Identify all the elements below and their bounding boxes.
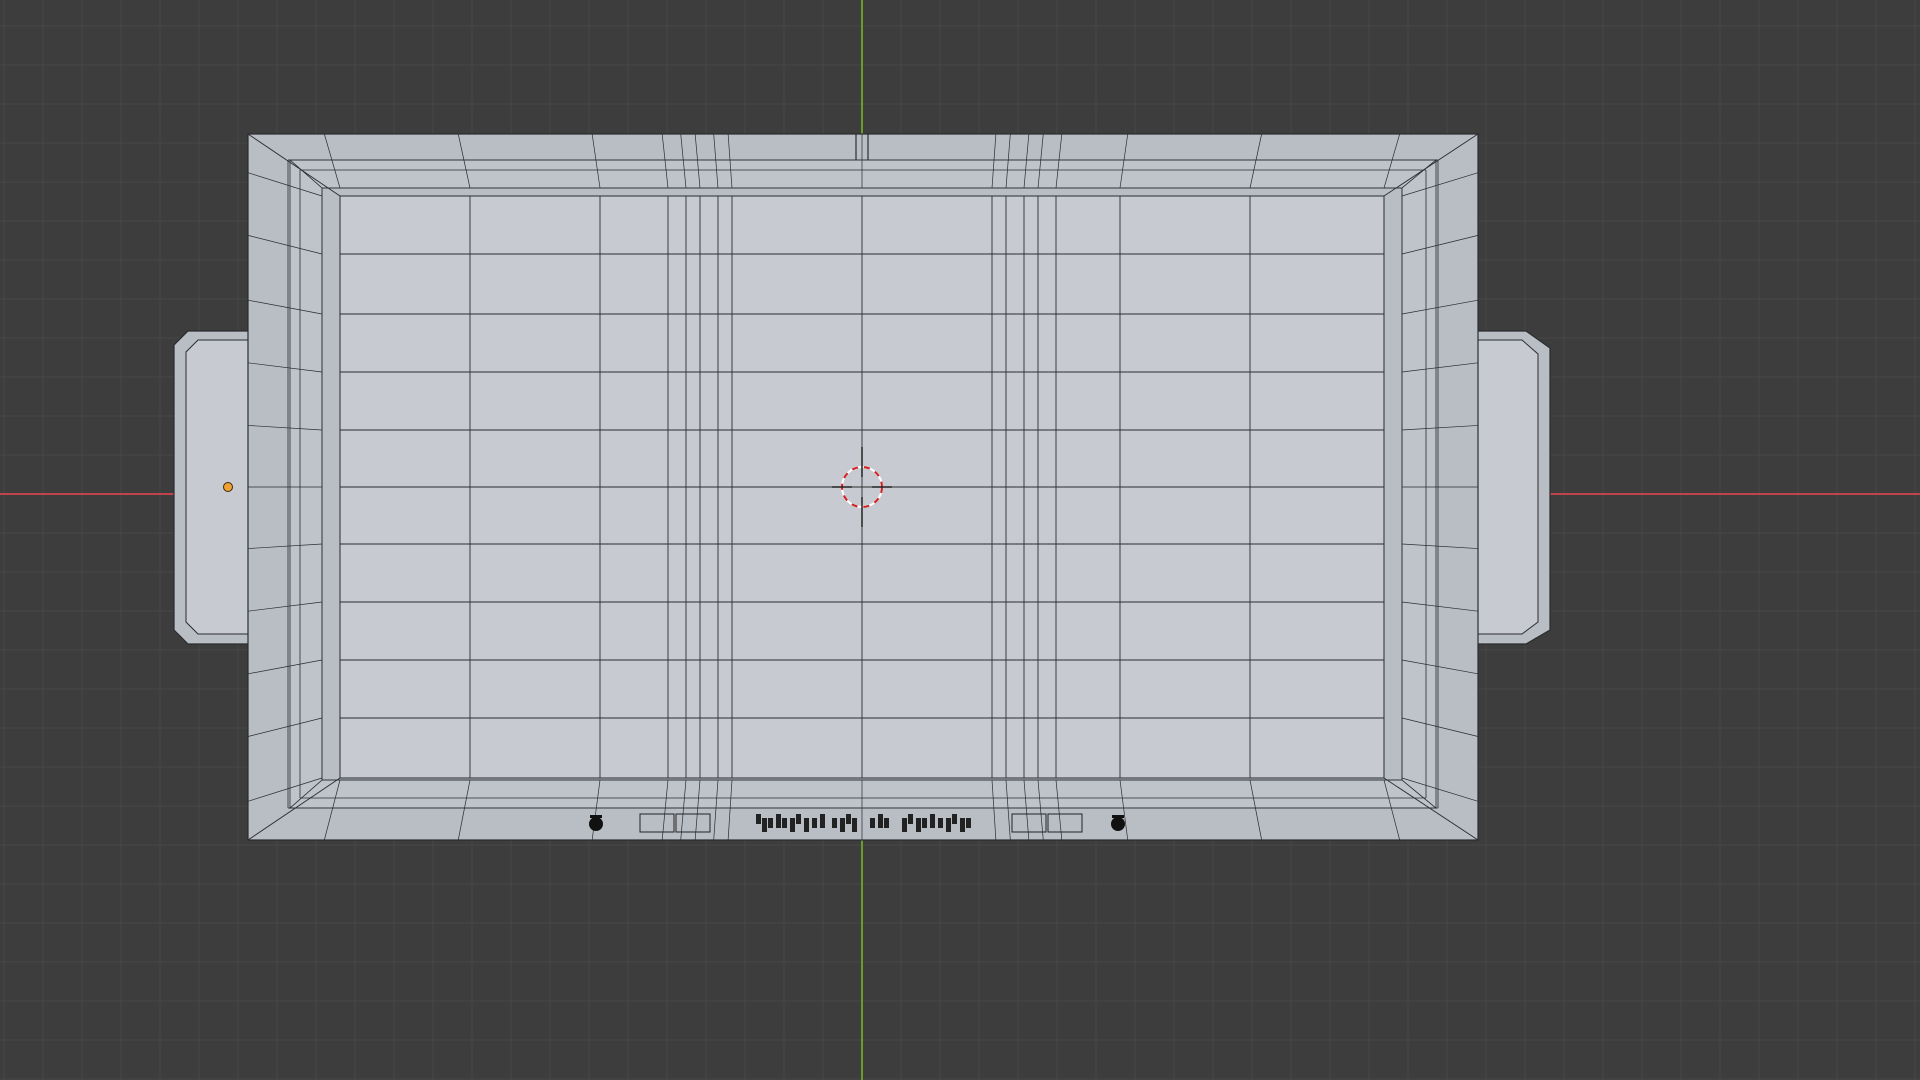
glyph-mark	[762, 818, 767, 832]
3d-viewport[interactable]	[0, 0, 1920, 1080]
glyph-mark	[884, 818, 889, 828]
object-origin-icon[interactable]	[223, 482, 233, 492]
glyph-mark	[846, 814, 851, 824]
glyph-mark	[938, 818, 943, 828]
glyph-mark	[952, 814, 957, 824]
glyph-mark	[820, 814, 825, 828]
glyph-mark	[966, 818, 971, 828]
glyph-mark	[790, 818, 795, 832]
glyph-mark	[756, 814, 761, 824]
glyph-mark	[840, 818, 845, 832]
glyph-mark	[782, 818, 787, 828]
glyph-mark	[930, 814, 935, 828]
glyph-mark	[870, 818, 875, 828]
glyph-mark	[902, 818, 907, 832]
glyph-mark	[878, 814, 883, 828]
glyph-mark	[796, 814, 801, 824]
glyph-mark	[908, 814, 913, 824]
glyph-mark	[852, 818, 857, 832]
glyph-mark	[804, 818, 809, 832]
glyph-mark	[960, 818, 965, 832]
glyph-mark	[916, 818, 921, 832]
glyph-mark	[922, 818, 927, 828]
glyph-mark	[812, 818, 817, 828]
glyph-mark	[776, 814, 781, 828]
glyph-mark	[946, 818, 951, 832]
viewport-canvas[interactable]	[0, 0, 1920, 1080]
glyph-mark	[768, 818, 773, 828]
tray-mesh[interactable]	[173, 133, 1551, 841]
glyph-mark	[832, 818, 837, 828]
